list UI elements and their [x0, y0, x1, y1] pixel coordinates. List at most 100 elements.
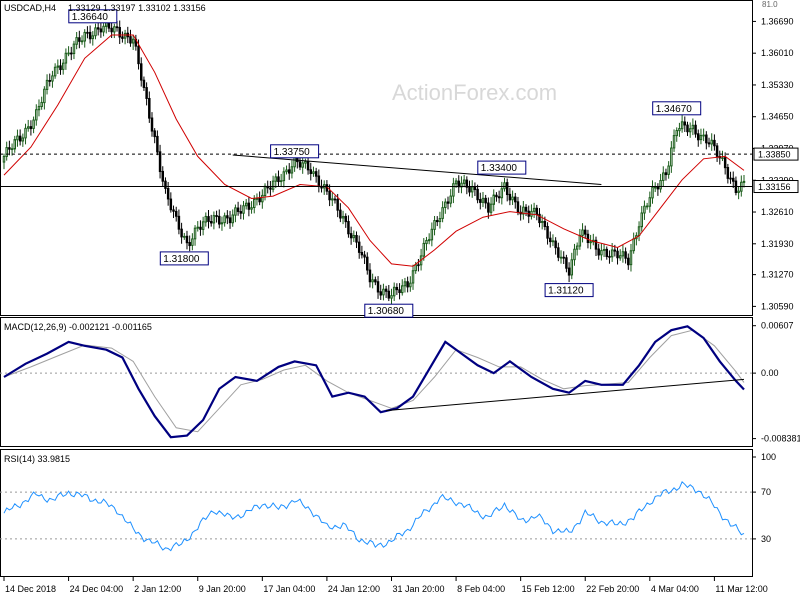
candle-body	[121, 36, 124, 39]
candle-body	[40, 101, 43, 108]
candle-body	[409, 282, 412, 288]
time-axis-label: 31 Jan 20:00	[392, 584, 444, 594]
candle-body	[32, 119, 35, 129]
candle-body	[263, 185, 267, 197]
candle-body	[115, 26, 119, 29]
candle-body	[514, 196, 517, 203]
time-axis-label: 9 Jan 20:00	[199, 584, 246, 594]
candle-body	[417, 264, 420, 267]
candle-body	[94, 27, 97, 37]
candle-body	[193, 227, 197, 240]
candle-body	[161, 170, 165, 182]
price-axis-label: 1.35330	[761, 80, 794, 90]
candle-body	[535, 207, 539, 216]
candle-body	[150, 117, 154, 132]
candle-body	[702, 134, 705, 137]
candle-body	[562, 256, 565, 259]
candle-body	[88, 31, 92, 40]
candle-body	[347, 220, 350, 235]
candle-body	[546, 225, 549, 239]
candle-body	[697, 133, 700, 141]
candle-body	[403, 281, 407, 287]
candle-body	[699, 134, 703, 141]
candle-body	[145, 87, 148, 99]
time-axis-label: 4 Mar 04:00	[651, 584, 699, 594]
candle-body	[659, 180, 662, 190]
price-axis-label: 1.31270	[761, 270, 794, 280]
candle-body	[247, 202, 251, 210]
candle-body	[600, 250, 603, 256]
candle-body	[75, 37, 78, 45]
candle-body	[51, 75, 54, 82]
candle-body	[540, 221, 544, 223]
candle-body	[131, 38, 135, 44]
candle-body	[484, 197, 487, 204]
candle-body	[355, 234, 358, 243]
time-axis-label: 8 Feb 04:00	[457, 584, 505, 594]
candle-body	[10, 148, 14, 151]
level-annotation-label: 1.31120	[548, 286, 584, 297]
candle-body	[476, 188, 479, 201]
candle-body	[231, 214, 234, 224]
candle-body	[627, 257, 630, 266]
candle-body	[707, 142, 711, 145]
candle-body	[156, 135, 159, 153]
candle-body	[234, 207, 237, 216]
candle-body	[220, 222, 224, 225]
candle-body	[387, 290, 391, 299]
candle-body	[390, 295, 393, 299]
candle-body	[29, 126, 33, 130]
candle-body	[723, 157, 727, 169]
candle-body	[196, 226, 199, 229]
candle-body	[468, 186, 471, 193]
candle-body	[99, 28, 103, 33]
candle-body	[549, 237, 552, 243]
macd-title: MACD(12,26,9) -0.002121 -0.001165	[4, 322, 152, 332]
macd-axis-label: -0.008381	[761, 434, 800, 444]
candle-body	[624, 251, 627, 259]
candle-body	[425, 240, 428, 245]
candle-body	[721, 157, 724, 160]
candle-body	[503, 182, 506, 190]
candle-body	[511, 196, 514, 201]
candle-body	[363, 254, 366, 258]
candle-body	[288, 169, 291, 174]
level-annotation-label: 1.30680	[368, 306, 405, 317]
candle-body	[204, 215, 208, 223]
candle-body	[357, 241, 361, 253]
candle-body	[140, 63, 143, 81]
candle-body	[374, 279, 377, 283]
candle-body	[473, 186, 477, 191]
candle-body	[554, 240, 557, 249]
candle-body	[188, 242, 191, 247]
candle-body	[255, 198, 259, 200]
watermark: ActionForex.com	[392, 80, 557, 105]
candle-body	[454, 180, 458, 185]
candle-body	[118, 27, 121, 38]
candle-body	[341, 216, 345, 219]
candle-body	[489, 203, 493, 213]
candle-body	[64, 52, 68, 64]
candle-body	[344, 215, 347, 223]
candle-body	[715, 145, 719, 157]
candle-body	[578, 234, 582, 247]
candle-body	[551, 240, 555, 243]
candle-body	[395, 286, 399, 291]
price-axis-label: 1.31930	[761, 239, 794, 249]
candle-body	[710, 139, 713, 145]
price-panel-frame	[0, 0, 753, 316]
candle-body	[271, 180, 275, 190]
price-axis-label: 1.32610	[761, 207, 794, 217]
candle-body	[570, 259, 574, 276]
candle-body	[61, 62, 65, 70]
candle-body	[212, 215, 216, 224]
candle-body	[142, 79, 146, 88]
macd-panel-frame	[0, 317, 753, 447]
candle-body	[656, 186, 660, 190]
candle-body	[543, 220, 547, 228]
time-axis-label: 24 Dec 04:00	[70, 584, 124, 594]
candle-body	[78, 37, 81, 42]
candle-body	[524, 206, 528, 212]
candle-body	[670, 147, 673, 167]
candle-body	[449, 195, 452, 204]
